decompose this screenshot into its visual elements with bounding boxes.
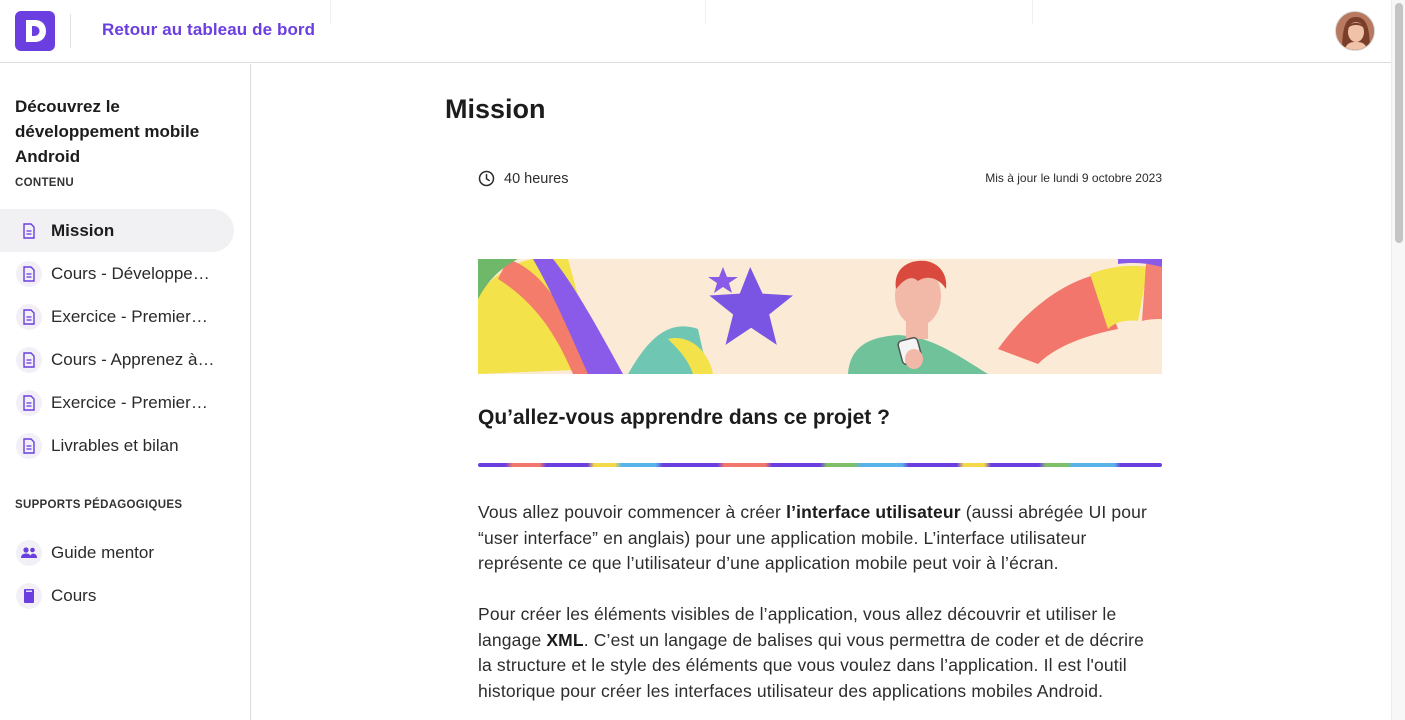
book-icon [16, 582, 42, 609]
sidebar-item-livrables[interactable]: Livrables et bilan [0, 424, 234, 467]
topbar-separator [330, 0, 331, 24]
sidebar-item-label: Exercice - Premiers pas [51, 392, 216, 412]
supports-heading: SUPPORTS PÉDAGOGIQUES [15, 499, 183, 511]
paragraph-text: Vous allez pouvoir commencer à créer [478, 502, 787, 522]
page-title: Mission [445, 94, 546, 124]
sidebar-item-label: Mission [51, 220, 115, 240]
duration-text: 40 heures [504, 170, 569, 187]
paragraph-ui-intro: Vous allez pouvoir commencer à créer l’i… [478, 500, 1162, 577]
document-icon [16, 217, 42, 244]
sidebar-item-label: Exercice - Premiers pas [51, 306, 216, 326]
document-icon [16, 260, 42, 287]
openclassrooms-logo[interactable] [15, 11, 55, 51]
document-icon [16, 346, 42, 373]
top-bar: Retour au tableau de bord [0, 0, 1391, 63]
paragraph-emphasis: XML [546, 629, 584, 650]
section-heading: Qu’allez-vous apprendre dans ce projet ? [478, 406, 890, 429]
topbar-divider [70, 14, 71, 48]
duration-info: 40 heures [478, 170, 569, 187]
sidebar-item-mission[interactable]: Mission [0, 209, 234, 252]
sidebar-item-cours-developpez[interactable]: Cours - Développez une application [0, 252, 234, 295]
course-sidebar: Découvrez le développement mobile Androi… [0, 64, 251, 720]
document-icon [16, 432, 42, 459]
scrollbar-thumb[interactable] [1395, 3, 1403, 243]
paragraph-emphasis: l’interface utilisateur [786, 502, 961, 522]
sidebar-item-exercice-premiers[interactable]: Exercice - Premiers pas [0, 295, 234, 338]
mission-banner-illustration [478, 259, 1162, 374]
people-icon [16, 539, 42, 566]
document-icon [16, 389, 42, 416]
course-title: Découvrez le développement mobile Androi… [15, 97, 200, 166]
sidebar-item-label: Cours [51, 585, 97, 605]
sidebar-item-guide-mentor[interactable]: Guide mentor [0, 531, 234, 574]
content-heading: CONTENU [15, 177, 74, 189]
sidebar-item-label: Guide mentor [51, 542, 154, 562]
sidebar-item-label: Cours - Apprenez à coder [51, 349, 216, 369]
topbar-separator [705, 0, 706, 24]
rainbow-divider [478, 463, 1162, 467]
updated-date: Mis à jour le lundi 9 octobre 2023 [985, 171, 1162, 185]
sidebar-item-exercice-premiers-2[interactable]: Exercice - Premiers pas [0, 381, 234, 424]
paragraph-xml-intro: Pour créer les éléments visibles de l’ap… [478, 602, 1162, 704]
sidebar-item-cours[interactable]: Cours [0, 574, 234, 617]
sidebar-item-cours-apprenez[interactable]: Cours - Apprenez à coder [0, 338, 234, 381]
back-to-dashboard-link[interactable]: Retour au tableau de bord [102, 20, 315, 40]
topbar-separator [1032, 0, 1033, 24]
sidebar-item-label: Cours - Développez une application [51, 263, 216, 283]
document-icon [16, 303, 42, 330]
page-scrollbar[interactable] [1391, 0, 1405, 720]
sidebar-item-label: Livrables et bilan [51, 435, 179, 455]
user-avatar[interactable] [1335, 11, 1375, 51]
clock-icon [478, 170, 495, 187]
